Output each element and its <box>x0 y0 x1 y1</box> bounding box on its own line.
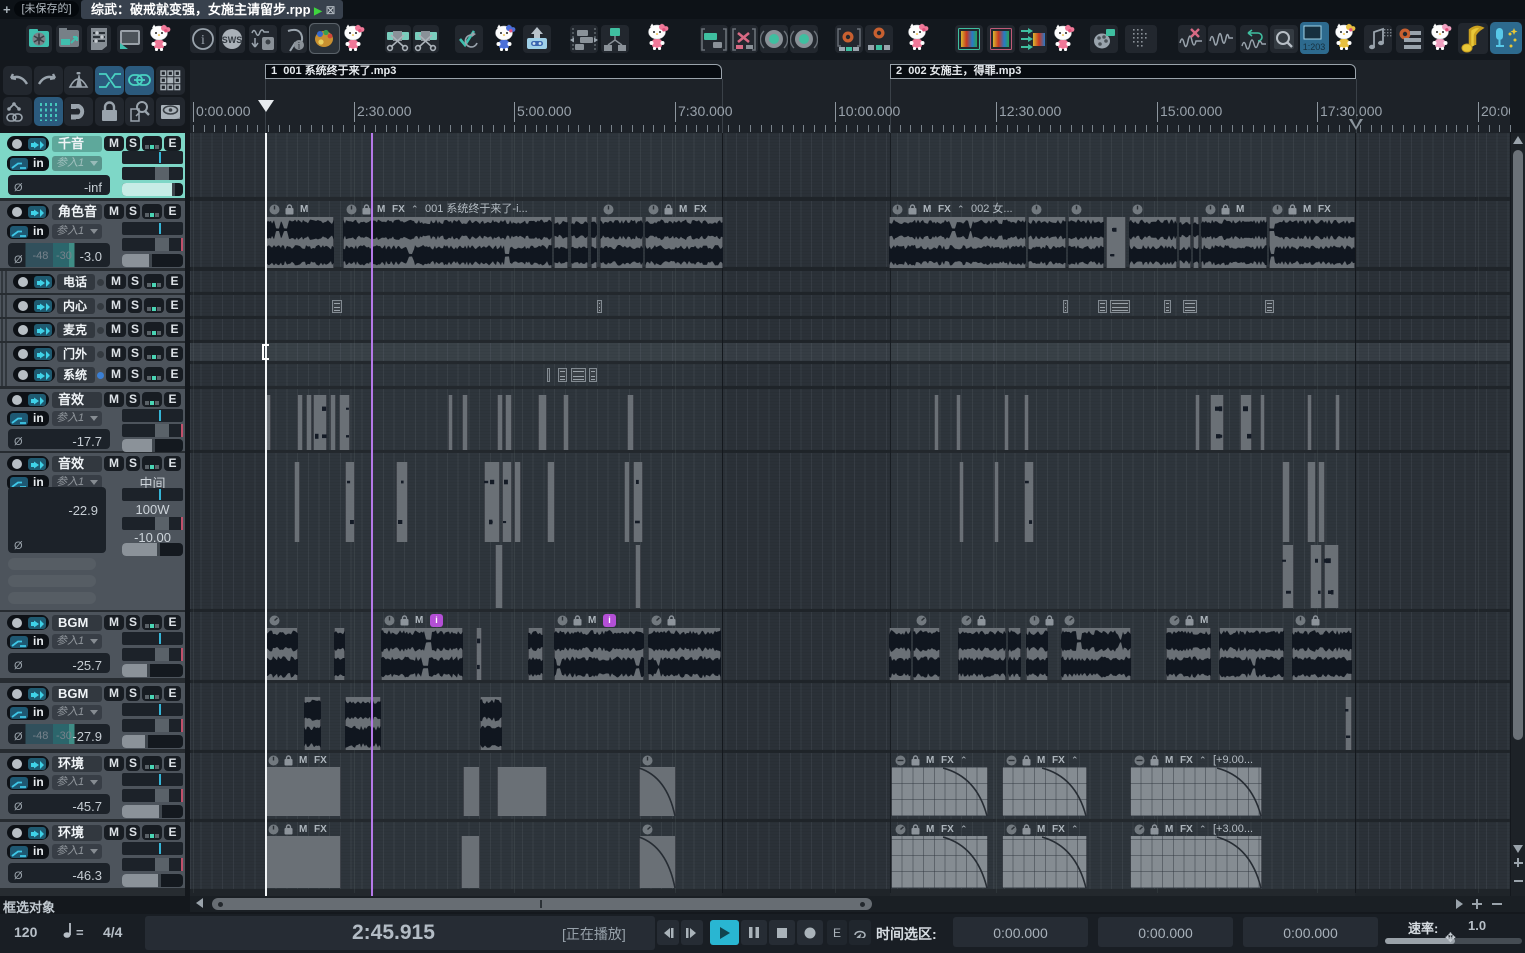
svg-text:SWS: SWS <box>222 35 243 45</box>
svg-text:=: = <box>76 925 84 940</box>
svg-text:i: i <box>201 33 205 48</box>
svg-text:1:203: 1:203 <box>1303 42 1326 52</box>
